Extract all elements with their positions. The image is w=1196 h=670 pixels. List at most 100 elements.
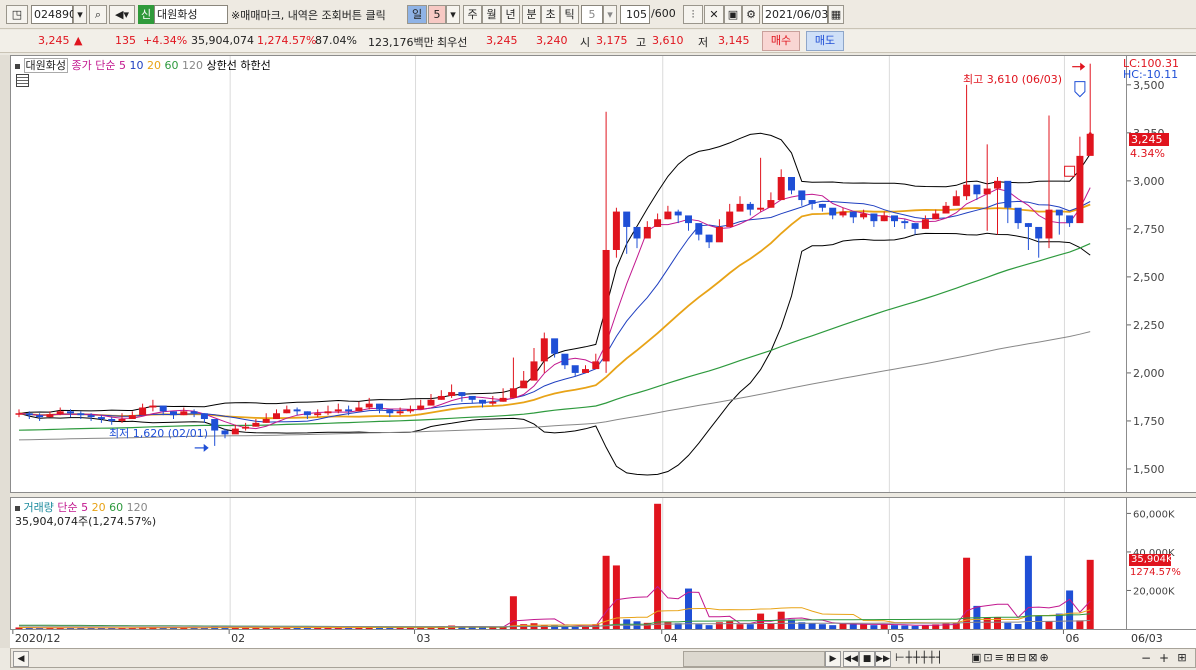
period-week-tab[interactable]: 주 <box>463 5 482 24</box>
low-price: 3,145 <box>718 34 750 47</box>
period-tick-tab[interactable]: 틱 <box>560 5 579 24</box>
candle-body <box>1014 207 1022 224</box>
calendar-icon[interactable]: ▦ <box>828 5 844 24</box>
volume-bar <box>540 625 548 629</box>
candle-body <box>1076 155 1084 224</box>
high-label: 고 <box>636 36 647 49</box>
current-pct-label: 4.34% <box>1130 147 1165 160</box>
range-input[interactable]: 105 <box>620 5 650 24</box>
candle-body <box>1035 226 1043 239</box>
search-icon[interactable]: ⌕ <box>89 5 107 24</box>
y-tick-label: 1,500 <box>1133 463 1165 476</box>
candle-body <box>303 411 311 416</box>
zoom-tools-icon[interactable]: ▣⊡≡⊞⊟⊠⊕ <box>971 651 1099 665</box>
candle-body <box>509 388 517 398</box>
candle-body <box>674 211 682 216</box>
current-price-box: 3,245 <box>1129 133 1169 146</box>
fast-forward-icon[interactable]: ▶▶ <box>875 651 891 667</box>
scroll-thumb[interactable] <box>683 651 825 667</box>
candle-body <box>128 415 136 420</box>
candle-body <box>973 184 981 195</box>
price-y-axis-svg: 1,5001,7502,0002,2502,5002,7503,0003,250… <box>1127 79 1165 476</box>
chart-tool-icon[interactable]: ⫶ <box>683 5 703 24</box>
menu-icon[interactable]: ◳ <box>6 5 28 24</box>
sell-button[interactable]: 매도 <box>806 31 844 51</box>
hc-label: HC:-10.11 <box>1123 68 1179 81</box>
best-quote-label: 최우선 <box>437 36 468 49</box>
zoom-out-icon[interactable]: − <box>1139 651 1153 665</box>
volume-bar <box>654 503 662 629</box>
legend-ma120: 120 <box>181 59 203 72</box>
period-second-tab[interactable]: 초 <box>541 5 560 24</box>
save-icon[interactable]: ▣ <box>724 5 742 24</box>
candle-body <box>25 413 33 416</box>
sound-icon[interactable]: ◀▾ <box>109 5 135 24</box>
zoom-in-icon[interactable]: + <box>1157 651 1171 665</box>
volume-chart[interactable] <box>11 498 1126 629</box>
candle-body <box>252 422 260 427</box>
scroll-right-icon[interactable]: ▶ <box>825 651 841 667</box>
candle-body <box>818 203 826 208</box>
volume-chart-panel[interactable]: 거래량 단순 5 20 60 120 35,904,074주(1,274.57%… <box>10 497 1127 630</box>
candle-body <box>190 411 198 414</box>
last-price-dot <box>1088 132 1092 136</box>
candle-body <box>324 411 332 414</box>
stock-name-field: 대원화성 <box>154 5 228 24</box>
date-input[interactable]: 2021/06/03 <box>762 5 828 24</box>
crosshair-icon[interactable]: ✕ <box>704 5 724 24</box>
open-price: 3,175 <box>596 34 628 47</box>
period-day-tab[interactable]: 일 <box>407 5 427 24</box>
buy-button[interactable]: 매수 <box>762 31 800 51</box>
sell-signal-icon <box>1074 81 1086 98</box>
candle-body <box>726 211 734 227</box>
new-listing-badge: 신 <box>138 5 154 24</box>
rewind-icon[interactable]: ◀◀ <box>843 651 859 667</box>
legend-ma60: 60 <box>164 59 179 72</box>
grid-table-icon[interactable] <box>16 74 29 87</box>
change-percent: +4.34% <box>143 34 188 47</box>
toolbar: ◳ 024890 ▾ ⌕ ◀▾ 신 대원화성 ※매매마크, 내역은 조회버튼 클… <box>0 0 1196 29</box>
volume-legend-square-icon <box>15 505 20 511</box>
candle-body <box>159 405 167 412</box>
candle-body <box>396 411 404 414</box>
candle-body <box>746 203 754 210</box>
candle-body <box>654 219 662 227</box>
stock-code-input[interactable]: 024890 <box>31 5 76 24</box>
period-count-dropdown-icon[interactable]: ▾ <box>446 5 460 24</box>
code-dropdown-icon[interactable]: ▾ <box>73 5 87 24</box>
scroll-left-icon[interactable]: ◀ <box>13 651 29 667</box>
stop-icon[interactable]: ■ <box>859 651 875 667</box>
candle-body <box>108 419 116 421</box>
candle-body <box>458 392 466 396</box>
candle-body <box>46 414 54 418</box>
volume-tick-label: 60,000K <box>1133 509 1175 520</box>
period-minute-tab[interactable]: 분 <box>522 5 541 24</box>
interval-input[interactable]: 5 <box>581 5 603 24</box>
period-slider-icon[interactable]: ⊢┼┼┼┼┤ <box>895 651 967 665</box>
expand-icon[interactable]: ⊞ <box>1175 651 1189 665</box>
x-tick-label: 03 <box>417 632 431 645</box>
volume-bar <box>880 624 888 629</box>
volume-bar <box>705 625 713 629</box>
interval-dropdown-icon[interactable]: ▾ <box>603 5 617 24</box>
candle-body <box>170 411 177 416</box>
candle-body <box>334 409 342 412</box>
candle-body <box>262 419 270 423</box>
period-year-tab[interactable]: 년 <box>501 5 520 24</box>
volume-bar <box>1066 590 1074 629</box>
candle-body <box>880 215 888 222</box>
high-arrowhead-icon <box>1080 62 1086 71</box>
candle-body <box>571 365 579 373</box>
legend-square-icon <box>15 63 20 69</box>
price-chart-panel[interactable]: 대원화성 종가 단순 5 10 20 60 120 상한선 하한선 최고 3,6… <box>10 55 1127 493</box>
candle-body <box>499 397 507 402</box>
chart-scrollbar[interactable]: ◀ ▶ ◀◀ ■ ▶▶ ⊢┼┼┼┼┤ ▣⊡≡⊞⊟⊠⊕ − + ⊞ <box>10 648 1196 668</box>
period-count-select[interactable]: 5 <box>428 5 446 24</box>
candle-body <box>139 407 147 416</box>
candle-body <box>767 200 775 208</box>
period-month-tab[interactable]: 월 <box>482 5 501 24</box>
legend-ma5: 5 <box>118 59 126 72</box>
settings-gear-icon[interactable]: ⚙ <box>742 5 760 24</box>
candle-body <box>1066 215 1074 224</box>
candle-body <box>211 419 219 431</box>
